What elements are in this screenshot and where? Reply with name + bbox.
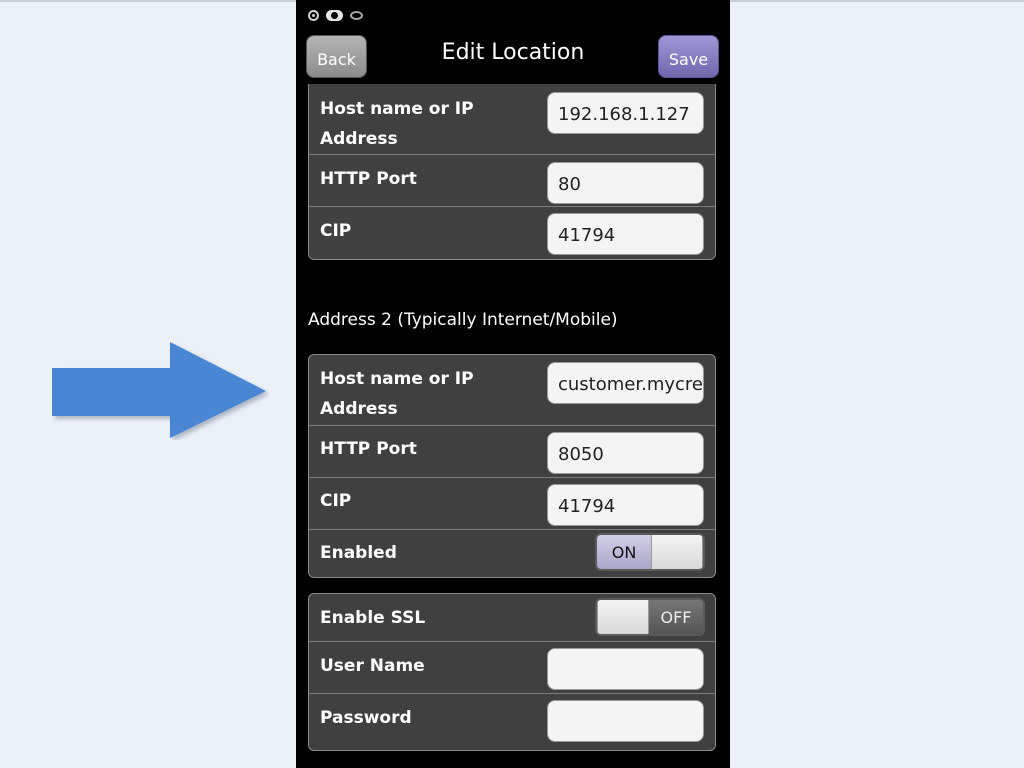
address2-cip-row: CIP 41794 bbox=[309, 478, 715, 530]
address2-port-row: HTTP Port 8050 bbox=[309, 426, 715, 478]
address1-host-row: Host name or IP Address 192.168.1.127 bbox=[309, 84, 715, 155]
eye-icon bbox=[350, 10, 363, 20]
address2-host-label: Host name or IP Address bbox=[320, 369, 474, 419]
address2-heading: Address 2 (Typically Internet/Mobile) bbox=[308, 310, 618, 330]
ssl-toggle-state: OFF bbox=[649, 600, 703, 634]
address1-port-row: HTTP Port 80 bbox=[309, 155, 715, 207]
enabled-toggle-state: ON bbox=[597, 535, 651, 569]
address1-host-label: Host name or IP Address bbox=[320, 99, 474, 149]
cloud-icon bbox=[326, 9, 343, 21]
address2-cip-label: CIP bbox=[320, 491, 352, 511]
password-label: Password bbox=[320, 708, 412, 728]
address1-cip-input[interactable]: 41794 bbox=[547, 213, 704, 255]
password-input[interactable] bbox=[547, 700, 704, 742]
username-row: User Name bbox=[309, 642, 715, 694]
address2-port-label: HTTP Port bbox=[320, 439, 417, 459]
address2-panel: Host name or IP Address customer.mycre H… bbox=[308, 354, 716, 578]
address2-enabled-row: Enabled ON bbox=[309, 530, 715, 577]
security-panel: Enable SSL OFF User Name Password bbox=[308, 593, 716, 751]
address1-cip-row: CIP 41794 bbox=[309, 207, 715, 259]
ssl-label: Enable SSL bbox=[320, 608, 426, 628]
enabled-toggle[interactable]: ON bbox=[595, 533, 705, 571]
username-input[interactable] bbox=[547, 648, 704, 690]
record-icon bbox=[308, 9, 319, 21]
phone-screen: Back Edit Location Save Host name or IP … bbox=[296, 0, 730, 768]
address1-host-input[interactable]: 192.168.1.127 bbox=[547, 92, 704, 134]
address1-port-input[interactable]: 80 bbox=[547, 162, 704, 204]
save-button[interactable]: Save bbox=[658, 35, 719, 78]
address2-port-input[interactable]: 8050 bbox=[547, 432, 704, 474]
ssl-toggle-knob bbox=[597, 600, 649, 634]
address2-cip-input[interactable]: 41794 bbox=[547, 484, 704, 526]
address1-panel: Host name or IP Address 192.168.1.127 HT… bbox=[308, 84, 716, 260]
status-bar bbox=[308, 8, 363, 22]
ssl-row: Enable SSL OFF bbox=[309, 594, 715, 642]
app-header: Back Edit Location Save bbox=[296, 30, 730, 84]
address1-port-label: HTTP Port bbox=[320, 169, 417, 189]
arrow-right-icon bbox=[52, 342, 266, 438]
address1-cip-label: CIP bbox=[320, 221, 352, 241]
password-row: Password bbox=[309, 694, 715, 750]
address2-host-input[interactable]: customer.mycre bbox=[547, 362, 704, 404]
enabled-label: Enabled bbox=[320, 543, 397, 563]
ssl-toggle[interactable]: OFF bbox=[595, 598, 705, 636]
enabled-toggle-knob bbox=[651, 535, 703, 569]
address2-host-row: Host name or IP Address customer.mycre bbox=[309, 355, 715, 426]
username-label: User Name bbox=[320, 656, 425, 676]
